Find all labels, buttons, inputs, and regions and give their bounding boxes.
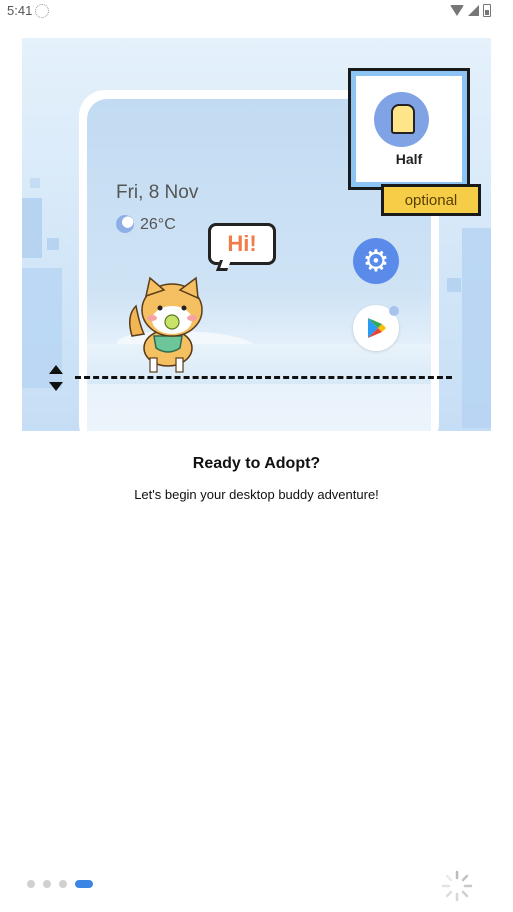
status-time: 5:41 bbox=[7, 3, 33, 18]
page-dot-active bbox=[75, 880, 93, 888]
optional-tag: optional bbox=[381, 184, 481, 216]
page-indicator bbox=[27, 880, 93, 888]
resize-line bbox=[75, 376, 452, 379]
speech-bubble: Hi! bbox=[208, 223, 276, 265]
widget-date: Fri, 8 Nov bbox=[116, 182, 199, 203]
sync-icon bbox=[35, 4, 49, 18]
settings-gear-icon: ⚙ bbox=[353, 238, 399, 284]
widget-temperature: 26°C bbox=[140, 216, 176, 233]
shiba-dog-mascot bbox=[129, 276, 203, 373]
size-option-label: Half bbox=[395, 151, 423, 167]
status-icons bbox=[450, 4, 491, 17]
size-option-card: Half bbox=[348, 68, 470, 190]
loading-spinner-icon[interactable] bbox=[440, 869, 474, 903]
wifi-icon bbox=[450, 5, 464, 16]
optional-tag-label: optional bbox=[404, 191, 458, 209]
speech-bubble-text: Hi! bbox=[227, 231, 257, 256]
onboarding-illustration: Fri, 8 Nov 26°C Hi! ⚙ Half optional bbox=[22, 38, 491, 431]
signal-icon bbox=[468, 5, 479, 16]
page-subtitle: Let's begin your desktop buddy adventure… bbox=[134, 487, 379, 502]
resize-arrows-icon bbox=[49, 365, 63, 391]
page-dot bbox=[59, 880, 67, 888]
status-bar: 5:41 bbox=[0, 0, 513, 22]
page-dot bbox=[43, 880, 51, 888]
avatar bbox=[374, 92, 429, 147]
page-title: Ready to Adopt? bbox=[192, 455, 321, 472]
notification-dot bbox=[389, 306, 399, 316]
weather-icon bbox=[116, 215, 134, 233]
battery-icon bbox=[483, 4, 491, 17]
page-dot bbox=[27, 880, 35, 888]
